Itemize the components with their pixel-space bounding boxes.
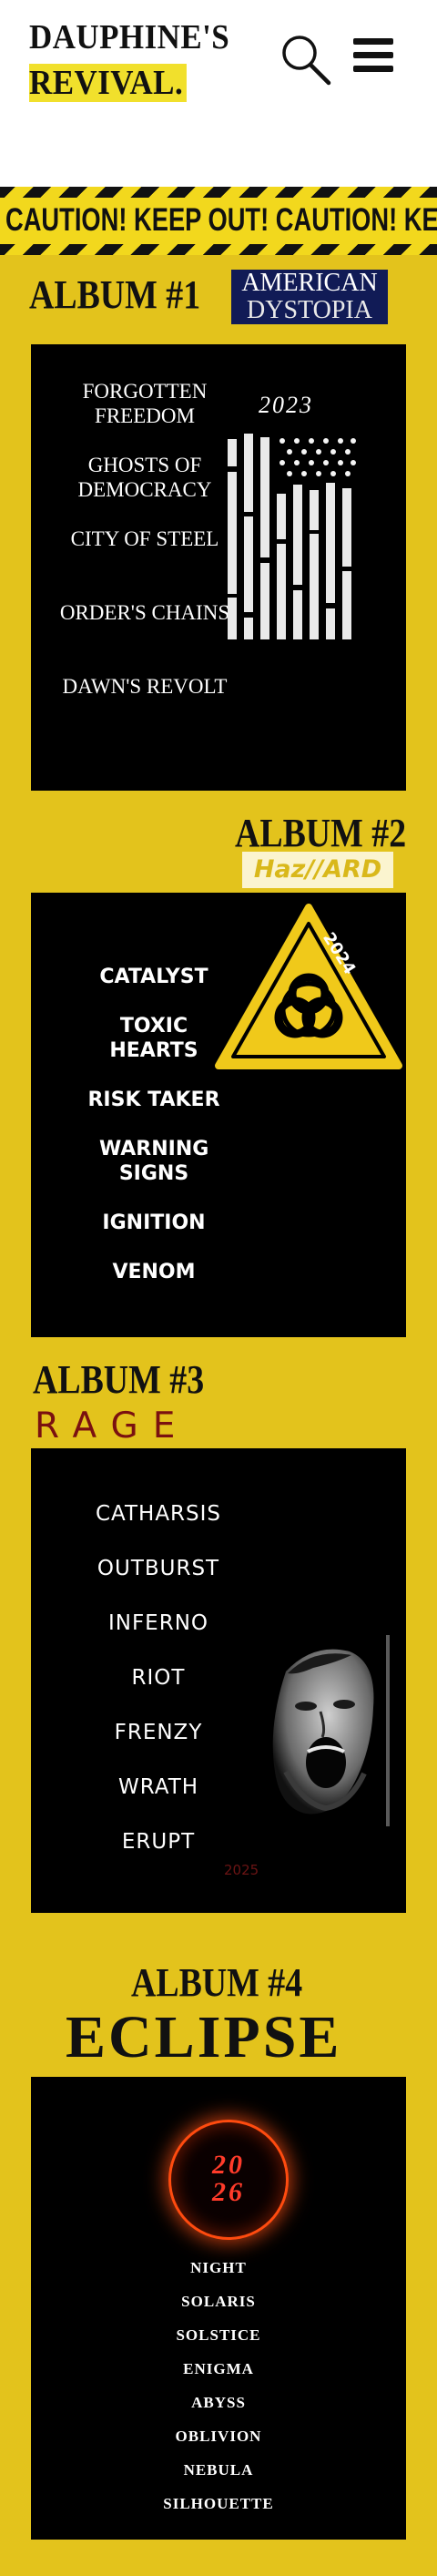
album-1-track-2[interactable]: GHOSTS OF DEMOCRACY [58,453,231,502]
album-2-title: ALBUM #2 [235,811,407,855]
album-3-cover-panel[interactable]: CATHARSIS OUTBURST INFERNO RIOT FRENZY W… [31,1448,406,1913]
album-3-track-5[interactable]: FRENZY [49,1721,268,1745]
album-4-track-7[interactable]: NEBULA [31,2461,406,2479]
album-1-cover-panel[interactable]: FORGOTTEN FREEDOM GHOSTS OF DEMOCRACY CI… [31,344,406,791]
search-button[interactable] [279,33,333,87]
album-1-year: 2023 [259,392,313,418]
album-3-name: RAGE [35,1406,190,1446]
hazard-stripe-bottom [0,244,437,255]
page: DAUPHINE'S REVIVAL. CAUTION! KEEP OUT! C… [0,0,437,2576]
album-4-name: ECLIPSE [66,2004,342,2070]
distressed-american-flag-icon [228,434,356,639]
album-2-track-3[interactable]: RISK TAKER [67,1088,240,1112]
album-4-track-5[interactable]: ABYSS [31,2394,406,2412]
album-4-title: ALBUM #4 [131,1960,303,2005]
album-catalog: CAUTION! KEEP OUT! CAUTION! KEEP OUT! AL… [0,187,437,2576]
logo-line-2: REVIVAL. [29,64,187,102]
album-3-track-6[interactable]: WRATH [49,1775,268,1800]
album-2-name-badge: Haz//ARD [242,852,393,888]
album-1-name-line-2: DYSTOPIA [247,296,372,324]
album-3-track-4[interactable]: RIOT [49,1666,268,1691]
album-2-track-6[interactable]: VENOM [67,1260,240,1284]
album-2-track-5[interactable]: IGNITION [67,1211,240,1235]
album-1-title: ALBUM #1 [29,272,201,317]
album-1-track-3[interactable]: CITY OF STEEL [58,526,231,551]
album-4-cover-panel[interactable]: 20 26 NIGHT SOLARIS SOLSTICE ENIGMA ABYS… [31,2077,406,2540]
menu-button[interactable] [350,33,397,80]
screaming-face-icon [272,1635,390,1826]
site-header: DAUPHINE'S REVIVAL. [0,0,437,187]
album-3-year: 2025 [224,1862,259,1878]
album-4-track-6[interactable]: OBLIVION [31,2428,406,2446]
album-2-cover-panel[interactable]: CATALYST TOXIC HEARTS RISK TAKER WARNING… [31,893,406,1337]
album-4-track-2[interactable]: SOLARIS [31,2293,406,2311]
caution-text: CAUTION! KEEP OUT! CAUTION! KEEP OUT! [5,202,437,238]
hazard-stripe-top [0,187,437,198]
album-3-track-7[interactable]: ERUPT [49,1830,268,1855]
album-4-year-line-1: 20 [212,2150,245,2180]
album-1-track-5[interactable]: DAWN'S REVOLT [58,674,231,699]
album-3-year-stamp: 2025 [224,1862,259,1878]
logo-line-1: DAUPHINE'S [29,18,230,56]
search-icon [282,36,331,86]
caution-tape-banner: CAUTION! KEEP OUT! CAUTION! KEEP OUT! [0,187,437,255]
album-2-track-2[interactable]: TOXIC HEARTS [99,1014,208,1063]
album-1-name-line-1: AMERICAN [241,269,378,297]
album-3-track-2[interactable]: OUTBURST [49,1557,268,1581]
album-3-track-1[interactable]: CATHARSIS [49,1502,268,1527]
album-3-title: ALBUM #3 [33,1357,205,1402]
album-4-track-4[interactable]: ENIGMA [31,2360,406,2378]
biohazard-warning-icon [215,904,402,1069]
album-4-track-8[interactable]: SILHOUETTE [31,2495,406,2513]
album-4-track-1[interactable]: NIGHT [31,2259,406,2277]
album-4-year-line-2: 26 [212,2177,245,2207]
album-1-name-badge: AMERICAN DYSTOPIA [231,270,388,324]
album-1-track-1[interactable]: FORGOTTEN FREEDOM [58,379,231,428]
album-2-track-4[interactable]: WARNING SIGNS [99,1137,208,1186]
album-3-track-3[interactable]: INFERNO [49,1611,268,1636]
album-4-track-3[interactable]: SOLSTICE [31,2326,406,2345]
album-1-track-4[interactable]: ORDER'S CHAINS [58,600,231,625]
site-logo[interactable]: DAUPHINE'S REVIVAL. [29,15,229,106]
solar-eclipse-ring-icon: 20 26 [171,2122,286,2237]
